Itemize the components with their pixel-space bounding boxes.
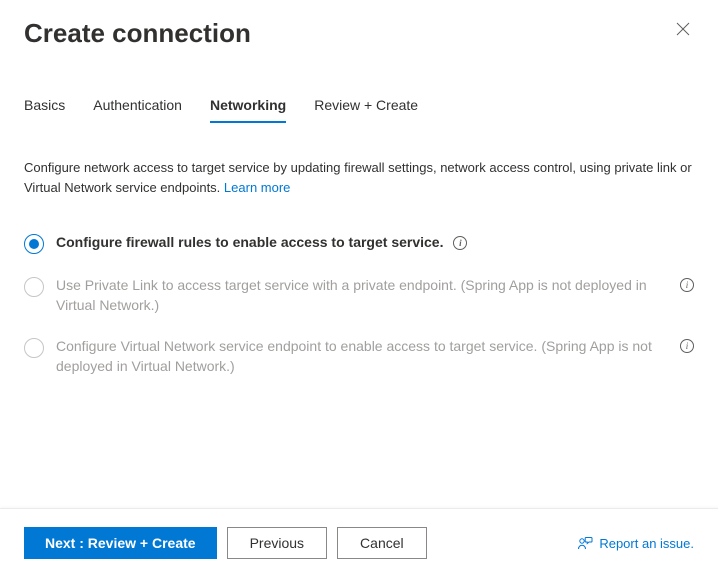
- radio-private-link: [24, 277, 44, 297]
- report-issue-link[interactable]: Report an issue.: [577, 535, 694, 551]
- option-private-link-label: Use Private Link to access target servic…: [56, 276, 668, 315]
- radio-vnet-endpoint: [24, 338, 44, 358]
- footer-bar: Next : Review + Create Previous Cancel R…: [0, 508, 718, 577]
- page-title: Create connection: [24, 18, 251, 49]
- previous-button[interactable]: Previous: [227, 527, 327, 559]
- close-button[interactable]: [672, 18, 694, 43]
- tab-networking[interactable]: Networking: [210, 97, 286, 123]
- report-issue-text: Report an issue.: [599, 536, 694, 551]
- option-private-link: Use Private Link to access target servic…: [24, 276, 694, 315]
- close-icon: [676, 22, 690, 36]
- tab-bar: Basics Authentication Networking Review …: [0, 49, 718, 124]
- option-vnet-endpoint: Configure Virtual Network service endpoi…: [24, 337, 694, 376]
- cancel-button[interactable]: Cancel: [337, 527, 427, 559]
- option-firewall-text: Configure firewall rules to enable acces…: [56, 234, 443, 250]
- tab-review-create[interactable]: Review + Create: [314, 97, 418, 123]
- info-icon[interactable]: i: [453, 236, 467, 250]
- tab-authentication[interactable]: Authentication: [93, 97, 182, 123]
- networking-description: Configure network access to target servi…: [24, 158, 694, 197]
- tab-basics[interactable]: Basics: [24, 97, 65, 123]
- info-icon[interactable]: i: [680, 278, 694, 292]
- option-firewall-label: Configure firewall rules to enable acces…: [56, 233, 467, 253]
- description-text: Configure network access to target servi…: [24, 160, 692, 195]
- option-vnet-endpoint-label: Configure Virtual Network service endpoi…: [56, 337, 668, 376]
- learn-more-link[interactable]: Learn more: [224, 180, 290, 195]
- next-button[interactable]: Next : Review + Create: [24, 527, 217, 559]
- option-firewall: Configure firewall rules to enable acces…: [24, 233, 694, 254]
- networking-options: Configure firewall rules to enable acces…: [24, 233, 694, 376]
- content-area: Configure network access to target servi…: [0, 124, 718, 376]
- radio-firewall[interactable]: [24, 234, 44, 254]
- person-feedback-icon: [577, 535, 593, 551]
- info-icon[interactable]: i: [680, 339, 694, 353]
